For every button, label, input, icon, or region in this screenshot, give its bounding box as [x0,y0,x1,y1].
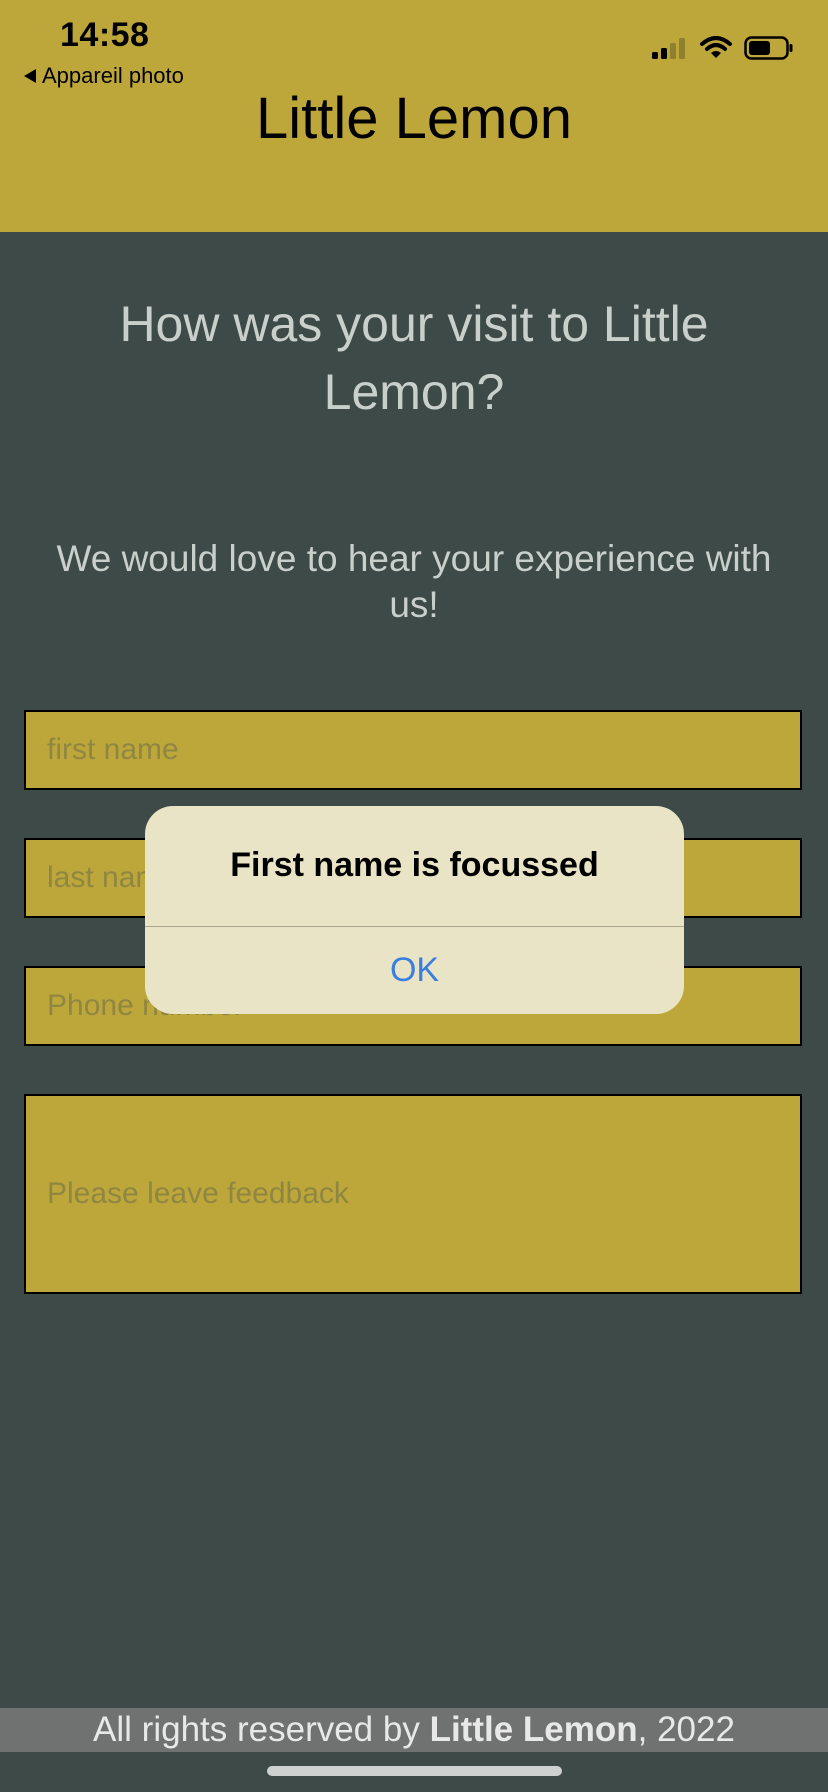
app-title: Little Lemon [256,86,572,151]
status-icons [652,36,794,60]
page-subheading: We would love to hear your experience wi… [56,538,772,625]
feedback-textarea[interactable]: Please leave feedback [24,1094,802,1294]
alert-dialog: First name is focussed OK [145,806,684,1014]
feedback-placeholder: Please leave feedback [47,1177,349,1210]
back-arrow-icon [24,69,36,83]
footer-prefix: All rights reserved by [93,1710,430,1749]
alert-title: First name is focussed [230,846,599,884]
header: 14:58 Appareil photo Little Lemon [0,0,828,232]
home-indicator[interactable] [267,1766,562,1776]
page-heading: How was your visit to Little Lemon? [119,296,709,420]
footer: All rights reserved by Little Lemon, 202… [0,1708,828,1752]
battery-icon [744,36,793,60]
cellular-signal-icon [652,38,685,59]
alert-ok-button[interactable]: OK [145,927,684,1014]
wifi-icon [700,36,732,58]
first-name-input[interactable]: first name [24,710,802,790]
status-time: 14:58 [60,16,150,54]
first-name-placeholder: first name [47,733,179,766]
footer-brand: Little Lemon [429,1710,638,1749]
footer-suffix: , 2022 [637,1710,735,1749]
app-screen: 14:58 Appareil photo Little Lemon How wa… [0,0,828,1792]
